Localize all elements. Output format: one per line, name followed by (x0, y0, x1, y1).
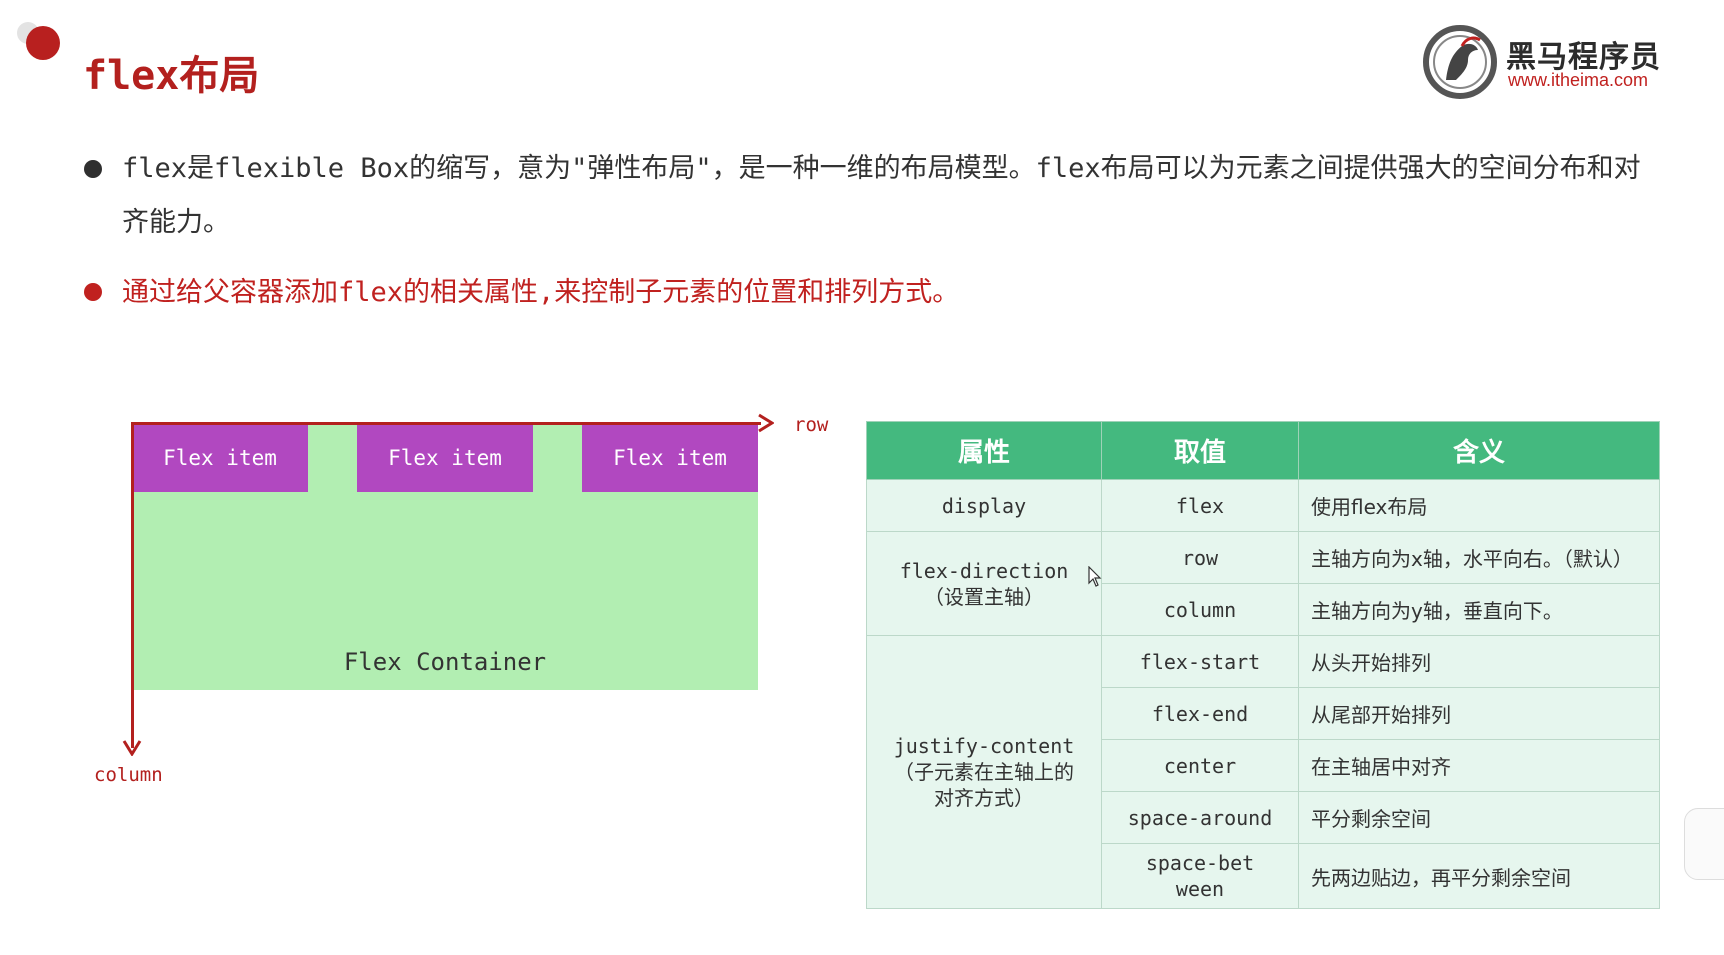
table-header-row: 属性 取值 含义 (866, 421, 1660, 480)
table-row: display flex 使用flex布局 (866, 479, 1660, 532)
logo-url: www.itheima.com (1508, 70, 1649, 90)
property-note: （设置主轴） (924, 584, 1044, 609)
row-axis-line (131, 422, 761, 425)
value-cell: center (1101, 739, 1299, 792)
meaning-cell: 使用flex布局 (1298, 479, 1660, 532)
column-header-value: 取值 (1101, 421, 1299, 480)
value-text: space-between (1145, 851, 1255, 901)
column-axis-line (131, 422, 134, 748)
meaning-cell: 先两边贴边，再平分剩余空间 (1298, 843, 1660, 909)
value-cell: space-around (1101, 791, 1299, 844)
bullet-dot-highlight (84, 283, 102, 301)
flex-item: Flex item (582, 424, 758, 492)
flex-container-label: Flex Container (343, 648, 547, 676)
brand-logo: 黑马程序员 www.itheima.com (1422, 24, 1682, 100)
value-cell: flex-end (1101, 687, 1299, 740)
meaning-cell: 从尾部开始排列 (1298, 687, 1660, 740)
flex-item: Flex item (132, 424, 308, 492)
meaning-cell: 主轴方向为y轴，垂直向下。 (1298, 583, 1660, 636)
property-cell: display (866, 479, 1102, 532)
column-header-property: 属性 (866, 421, 1102, 480)
row-axis-label: row (794, 414, 829, 436)
property-name: flex-direction (899, 558, 1069, 583)
table-row: justify-content （子元素在主轴上的对齐方式） flex-star… (866, 635, 1660, 909)
bullet-text-1: flex是flexible Box的缩写，意为"弹性布局"，是一种一维的布局模型… (122, 153, 1641, 238)
flex-item: Flex item (357, 424, 533, 492)
value-cell: space-between (1101, 843, 1299, 909)
property-cell: justify-content （子元素在主轴上的对齐方式） (866, 635, 1102, 909)
meaning-cell: 从头开始排列 (1298, 635, 1660, 688)
column-axis-label: column (94, 764, 163, 786)
value-cell: flex-start (1101, 635, 1299, 688)
value-cell: row (1101, 531, 1299, 584)
meaning-cell: 平分剩余空间 (1298, 791, 1660, 844)
column-header-meaning: 含义 (1298, 421, 1660, 480)
flex-properties-table: 属性 取值 含义 display flex 使用flex布局 flex-dire… (866, 421, 1660, 909)
property-name: display (941, 493, 1027, 518)
property-note: （子元素在主轴上的对齐方式） (894, 760, 1074, 810)
value-cell: column (1101, 583, 1299, 636)
slide-decoration-red-dot (26, 26, 60, 60)
value-cell: flex (1101, 479, 1299, 532)
arrow-down-icon (122, 740, 142, 756)
flex-diagram: Flex item Flex item Flex item Flex Conta… (88, 400, 848, 800)
page-title: flex布局 (83, 53, 260, 99)
horse-logo-icon (1423, 25, 1497, 99)
side-panel-tab[interactable] (1684, 808, 1724, 880)
table-row: flex-direction （设置主轴） row 主轴方向为x轴，水平向右。（… (866, 531, 1660, 636)
property-name: justify-content (893, 734, 1075, 758)
arrow-right-icon (758, 413, 774, 433)
meaning-cell: 主轴方向为x轴，水平向右。（默认） (1298, 531, 1660, 584)
property-cell: flex-direction （设置主轴） (866, 531, 1102, 636)
bullet-dot (84, 160, 102, 178)
bullet-text-2: 通过给父容器添加flex的相关属性,来控制子元素的位置和排列方式。 (122, 277, 960, 308)
meaning-cell: 在主轴居中对齐 (1298, 739, 1660, 792)
mouse-cursor-icon (1088, 566, 1102, 587)
